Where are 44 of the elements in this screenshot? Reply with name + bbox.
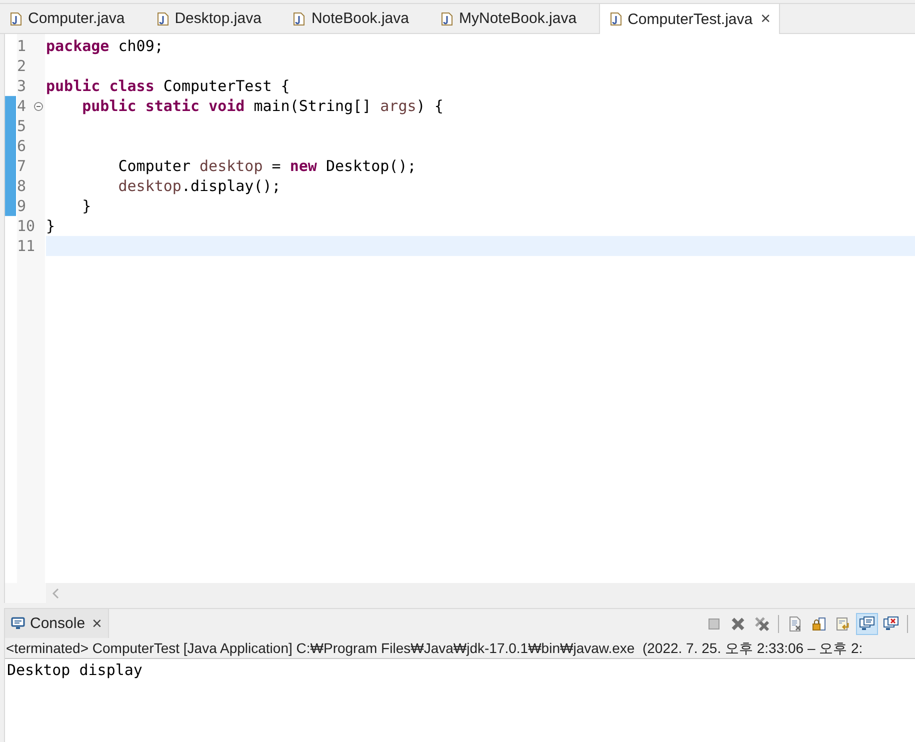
document-x-icon: [787, 616, 803, 632]
x-icon: [730, 616, 746, 632]
console-tab[interactable]: Console ×: [5, 609, 109, 638]
code-line: public static void main(String[] args) {: [81, 96, 444, 116]
line-number: 5: [16, 117, 26, 135]
code-line: }: [81, 196, 92, 216]
editor-tab[interactable]: NoteBook.java: [283, 4, 431, 33]
stop-icon: [706, 616, 722, 632]
java-file-icon: [156, 12, 169, 26]
double-x-icon: [754, 616, 770, 632]
java-file-icon: [10, 12, 22, 26]
monitor-icon: [11, 617, 25, 630]
java-file-icon: [293, 12, 306, 26]
line-number: 3: [16, 77, 26, 95]
line-number: 1: [16, 37, 26, 55]
document-arrow-icon: [835, 616, 851, 632]
close-icon[interactable]: ×: [92, 614, 102, 634]
close-icon[interactable]: ×: [760, 9, 771, 29]
java-file-icon: [610, 12, 622, 26]
launch-status: <terminated> ComputerTest [Java Application] C:₩Program Files₩Java₩jdk-17.0.1₩bin₩javaw.exe (2022. 7. 25. 오후 2:33:06 – 오후 2:: [5, 638, 915, 659]
monitor-x-icon: [883, 616, 899, 632]
line-number: 4: [16, 97, 26, 115]
console-output: Desktop display: [7, 661, 142, 679]
code-line: public class ComputerTest {: [46, 76, 291, 96]
code-line: desktop.display();: [117, 176, 282, 196]
lock-icon: [811, 616, 827, 632]
line-number: 7: [16, 157, 26, 175]
show-on-output-button[interactable]: [856, 612, 878, 634]
line-number: 11: [16, 237, 36, 255]
editor-tab[interactable]: ComputerTest.java ×: [598, 4, 780, 34]
code-line: }: [46, 216, 56, 236]
editor-tab[interactable]: Computer.java: [0, 4, 147, 33]
code-line: Computer desktop = new Desktop();: [117, 156, 418, 176]
editor-tab[interactable]: MyNoteBook.java: [431, 4, 599, 33]
line-number: 6: [16, 137, 26, 155]
editor-tab[interactable]: Desktop.java: [146, 4, 284, 33]
collapse-icon[interactable]: [34, 102, 43, 111]
line-number: 10: [16, 217, 36, 235]
code-line: package ch09;: [46, 36, 164, 56]
line-number: 9: [16, 197, 26, 215]
java-file-icon: [441, 12, 453, 26]
line-number: 2: [16, 57, 26, 75]
monitor-icon: [859, 616, 875, 632]
line-number: 8: [16, 177, 26, 195]
